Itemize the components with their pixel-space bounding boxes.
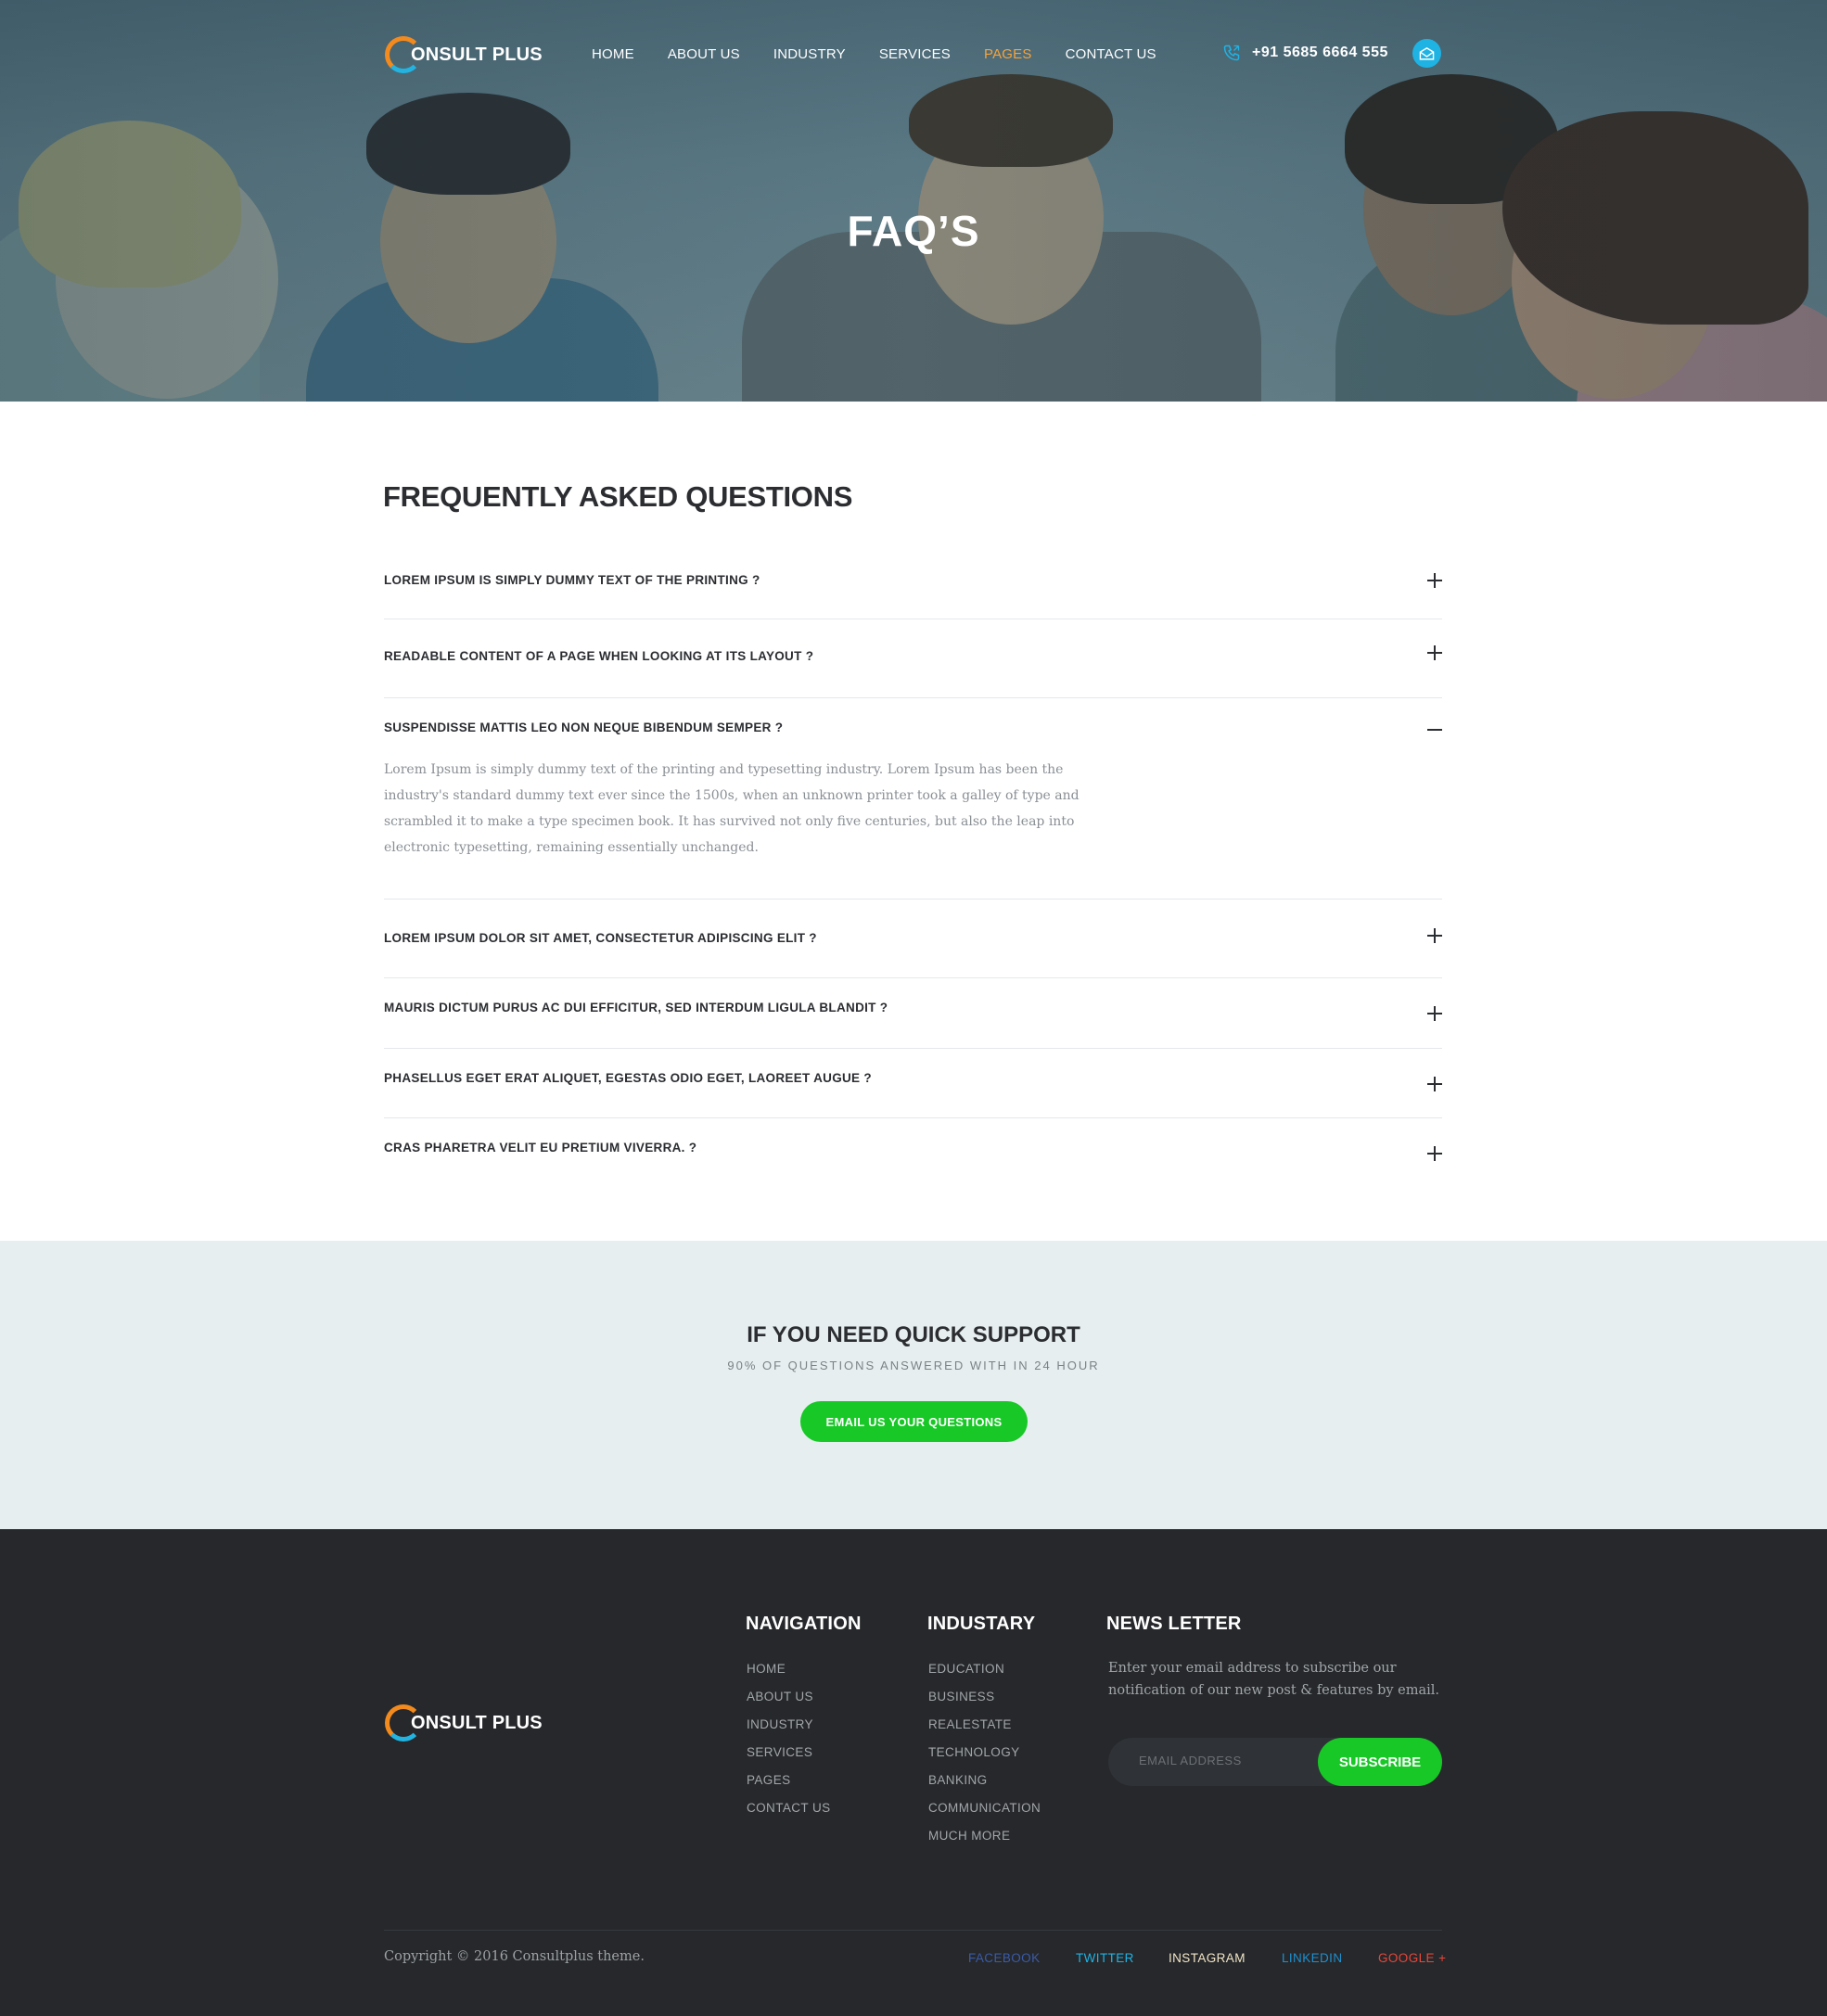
phone-number: +91 5685 6664 555 <box>1252 45 1388 60</box>
footer-industry-title: INDUSTARY <box>927 1614 1036 1634</box>
expand-plus-icon[interactable] <box>1427 1077 1442 1091</box>
faq-question[interactable]: MAURIS DICTUM PURUS AC DUI EFFICITUR, SE… <box>384 978 1442 1014</box>
footer: ONSULT PLUS NAVIGATION HOME ABOUT US IND… <box>0 1529 1827 2016</box>
nav-about-us[interactable]: ABOUT US <box>668 46 740 62</box>
footer-link-business[interactable]: BUSINESS <box>928 1683 1041 1711</box>
copyright-text: Copyright © 2016 Consultplus theme. <box>384 1949 645 1964</box>
support-subtitle: 90% OF QUESTIONS ANSWERED WITH IN 24 HOU… <box>727 1359 1100 1372</box>
brand-name: ONSULT PLUS <box>411 44 543 65</box>
phone-icon <box>1223 45 1240 61</box>
footer-navigation-links: HOME ABOUT US INDUSTRY SERVICES PAGES CO… <box>747 1655 831 1822</box>
footer-link-much-more[interactable]: MUCH MORE <box>928 1822 1041 1850</box>
faq-answer: Lorem Ipsum is simply dummy text of the … <box>384 762 1080 855</box>
social-link-facebook[interactable]: FACEBOOK <box>968 1951 1040 1965</box>
footer-link-education[interactable]: EDUCATION <box>928 1655 1041 1683</box>
social-link-instagram[interactable]: INSTAGRAM <box>1169 1951 1246 1965</box>
faq-item[interactable]: READABLE CONTENT OF A PAGE WHEN LOOKING … <box>384 619 1442 698</box>
newsletter-description: Enter your email address to subscribe ou… <box>1108 1661 1440 1698</box>
support-banner: IF YOU NEED QUICK SUPPORT 90% OF QUESTIO… <box>0 1241 1827 1529</box>
mail-icon <box>1419 47 1435 60</box>
footer-divider <box>384 1930 1442 1931</box>
nav-home[interactable]: HOME <box>592 46 634 62</box>
email-address-input[interactable]: EMAIL ADDRESS <box>1139 1754 1242 1767</box>
expand-plus-icon[interactable] <box>1427 645 1442 660</box>
nav-pages[interactable]: PAGES <box>984 46 1032 62</box>
nav-industry[interactable]: INDUSTRY <box>773 46 846 62</box>
main-menu: HOME ABOUT US INDUSTRY SERVICES PAGES CO… <box>592 46 1190 62</box>
faq-item[interactable]: PHASELLUS EGET ERAT ALIQUET, EGESTAS ODI… <box>384 1049 1442 1118</box>
footer-link-communication[interactable]: COMMUNICATION <box>928 1794 1041 1822</box>
footer-newsletter-title: NEWS LETTER <box>1106 1614 1242 1634</box>
faq-item[interactable]: LOREM IPSUM DOLOR SIT AMET, CONSECTETUR … <box>384 900 1442 978</box>
social-link-twitter[interactable]: TWITTER <box>1076 1951 1134 1965</box>
footer-link-realestate[interactable]: REALESTATE <box>928 1711 1041 1739</box>
social-link-google-plus[interactable]: GOOGLE + <box>1378 1951 1446 1965</box>
footer-link-services[interactable]: SERVICES <box>747 1739 831 1767</box>
footer-industry-links: EDUCATION BUSINESS REALESTATE TECHNOLOGY… <box>928 1655 1041 1850</box>
faq-item[interactable]: CRAS PHARETRA VELIT EU PRETIUM VIVERRA. … <box>384 1118 1442 1188</box>
faq-question[interactable]: PHASELLUS EGET ERAT ALIQUET, EGESTAS ODI… <box>384 1049 1442 1085</box>
footer-link-industry[interactable]: INDUSTRY <box>747 1711 831 1739</box>
logo-mark-icon <box>385 36 422 73</box>
footer-brand-name: ONSULT PLUS <box>411 1712 543 1733</box>
expand-plus-icon[interactable] <box>1427 573 1442 588</box>
expand-plus-icon[interactable] <box>1427 1146 1442 1161</box>
nav-contact-us[interactable]: CONTACT US <box>1066 46 1156 62</box>
expand-plus-icon[interactable] <box>1427 1006 1442 1021</box>
faq-list: LOREM IPSUM IS SIMPLY DUMMY TEXT OF THE … <box>384 542 1442 1188</box>
footer-link-about-us[interactable]: ABOUT US <box>747 1683 831 1711</box>
faq-item[interactable]: LOREM IPSUM IS SIMPLY DUMMY TEXT OF THE … <box>384 542 1442 619</box>
page-title: FAQ’S <box>847 207 980 255</box>
footer-navigation-title: NAVIGATION <box>746 1614 862 1634</box>
footer-link-home[interactable]: HOME <box>747 1655 831 1683</box>
expand-plus-icon[interactable] <box>1427 928 1442 943</box>
support-title: IF YOU NEED QUICK SUPPORT <box>747 1322 1080 1347</box>
footer-brand-logo[interactable]: ONSULT PLUS <box>385 1704 543 1742</box>
mail-button[interactable] <box>1412 39 1441 68</box>
footer-link-banking[interactable]: BANKING <box>928 1767 1041 1794</box>
hero-banner: ONSULT PLUS HOME ABOUT US INDUSTRY SERVI… <box>0 0 1827 402</box>
newsletter-form: EMAIL ADDRESS SUBSCRIBE <box>1108 1738 1442 1786</box>
footer-link-technology[interactable]: TECHNOLOGY <box>928 1739 1041 1767</box>
subscribe-button[interactable]: SUBSCRIBE <box>1318 1738 1442 1786</box>
social-link-linkedin[interactable]: LINKEDIN <box>1282 1951 1342 1965</box>
phone-contact[interactable]: +91 5685 6664 555 <box>1222 44 1388 62</box>
logo-mark-icon <box>385 1704 422 1742</box>
faq-item[interactable]: MAURIS DICTUM PURUS AC DUI EFFICITUR, SE… <box>384 978 1442 1049</box>
collapse-minus-icon[interactable] <box>1427 722 1442 737</box>
faq-question[interactable]: LOREM IPSUM IS SIMPLY DUMMY TEXT OF THE … <box>384 542 1442 587</box>
faq-question[interactable]: CRAS PHARETRA VELIT EU PRETIUM VIVERRA. … <box>384 1118 1442 1155</box>
footer-link-pages[interactable]: PAGES <box>747 1767 831 1794</box>
nav-services[interactable]: SERVICES <box>879 46 951 62</box>
faq-section-title: FREQUENTLY ASKED QUESTIONS <box>383 480 853 513</box>
faq-question[interactable]: READABLE CONTENT OF A PAGE WHEN LOOKING … <box>384 619 1442 663</box>
email-questions-button[interactable]: EMAIL US YOUR QUESTIONS <box>800 1401 1028 1442</box>
faq-question[interactable]: SUSPENDISSE MATTIS LEO NON NEQUE BIBENDU… <box>384 698 1442 734</box>
faq-item-expanded[interactable]: SUSPENDISSE MATTIS LEO NON NEQUE BIBENDU… <box>384 698 1442 900</box>
footer-link-contact-us[interactable]: CONTACT US <box>747 1794 831 1822</box>
brand-logo[interactable]: ONSULT PLUS <box>385 36 543 73</box>
faq-question[interactable]: LOREM IPSUM DOLOR SIT AMET, CONSECTETUR … <box>384 900 1442 945</box>
top-navigation: ONSULT PLUS HOME ABOUT US INDUSTRY SERVI… <box>0 0 1827 111</box>
